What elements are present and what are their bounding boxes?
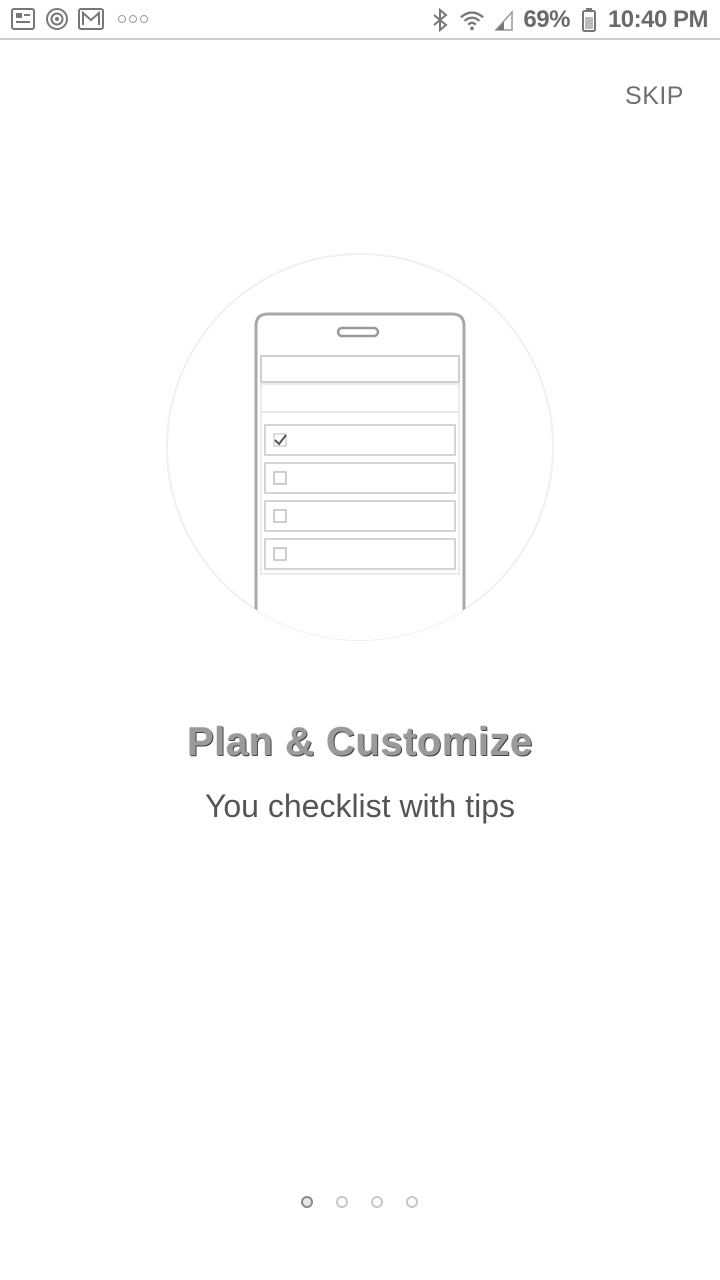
signal-icon [491,7,517,33]
page-dot-4[interactable] [406,1196,418,1208]
system-status: 69% 10:40 PM [427,6,709,34]
email-notification-icon [78,6,104,32]
onboarding-subtitle: You checklist with tips [204,788,516,824]
onboarding-title: Plan & Customize [187,720,533,764]
battery-percent: 69% [523,6,570,33]
clock: 10:40 PM [607,6,709,33]
page-dot-3[interactable] [371,1196,383,1208]
skip-button[interactable]: SKIP [625,82,684,111]
notification-icons [10,6,148,32]
more-notifications-icon [118,15,148,23]
status-bar: 69% 10:40 PM [0,0,720,40]
wifi-icon [459,7,485,33]
page-dot-2[interactable] [336,1196,348,1208]
page-indicator [0,1196,720,1208]
image-notification-icon [10,6,36,32]
onboarding-screen: 69% 10:40 PM SKIP Plan & Customize You c… [0,0,720,1280]
bluetooth-icon [427,7,453,33]
page-dot-1[interactable] [301,1196,313,1208]
battery-icon [576,7,602,33]
target-notification-icon [44,6,70,32]
phone-checklist-illustration [165,252,555,642]
